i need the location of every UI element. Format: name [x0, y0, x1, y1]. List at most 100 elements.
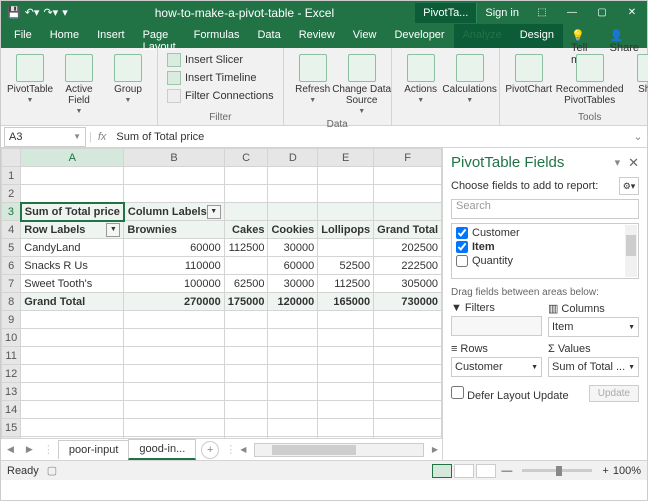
zoom-out-button[interactable]: — [501, 465, 512, 477]
cell[interactable]: 30000 [268, 239, 318, 257]
tab-view[interactable]: View [344, 24, 386, 48]
cell[interactable] [318, 239, 374, 257]
row-header[interactable]: 2 [2, 185, 21, 203]
cell[interactable]: 112500 [224, 239, 268, 257]
cell[interactable]: CandyLand [21, 239, 124, 257]
cell[interactable]: Snacks R Us [21, 257, 124, 275]
page-break-view-button[interactable] [476, 464, 496, 478]
values-field-item[interactable]: Sum of Total ...▼ [548, 357, 639, 377]
cell[interactable]: 222500 [374, 257, 442, 275]
maximize-icon[interactable]: ▢ [587, 1, 617, 24]
row-header[interactable]: 15 [2, 419, 21, 437]
cell[interactable]: Cakes [224, 221, 268, 239]
tab-developer[interactable]: Developer [385, 24, 453, 48]
field-item[interactable]: Item [456, 240, 634, 254]
cell[interactable]: 202500 [374, 239, 442, 257]
row-header[interactable]: 3 [2, 203, 21, 221]
field-item[interactable]: Quantity [456, 254, 634, 268]
formula-input[interactable]: Sum of Total price [112, 131, 629, 143]
insert-slicer-button[interactable]: Insert Slicer [164, 52, 277, 68]
row-header[interactable]: 12 [2, 365, 21, 383]
cell[interactable]: 305000 [374, 275, 442, 293]
field-list[interactable]: Customer Item Quantity [451, 223, 639, 279]
calculations-button[interactable]: Calculations▼ [447, 52, 493, 106]
sign-in-button[interactable]: Sign in [476, 3, 527, 23]
row-header[interactable]: 7 [2, 275, 21, 293]
cell[interactable]: 30000 [268, 275, 318, 293]
cell[interactable]: 175000 [224, 293, 268, 311]
layout-options-button[interactable]: ⚙▾ [619, 177, 639, 195]
undo-icon[interactable]: ↶▾ [25, 6, 40, 19]
expand-formula-icon[interactable]: ⌄ [629, 130, 647, 143]
tab-home[interactable]: Home [41, 24, 88, 48]
zoom-level[interactable]: 100% [613, 465, 641, 477]
col-header[interactable]: E [318, 149, 374, 167]
recommended-pivottables-button[interactable]: Recommended PivotTables [555, 52, 625, 108]
refresh-button[interactable]: Refresh▼ [290, 52, 336, 106]
scroll-left-icon[interactable]: ◀ [236, 445, 250, 454]
cell[interactable]: 100000 [124, 275, 224, 293]
field-checkbox[interactable] [456, 241, 468, 253]
cell[interactable]: Cookies [268, 221, 318, 239]
filters-drop-area[interactable] [451, 316, 542, 336]
sheet-tab[interactable]: good-in... [128, 439, 196, 460]
pane-options-icon[interactable]: ▾ [615, 156, 621, 169]
cell[interactable]: 730000 [374, 293, 442, 311]
col-header[interactable]: C [224, 149, 268, 167]
pivottable-button[interactable]: PivotTable▼ [7, 52, 53, 106]
cell[interactable]: Grand Total [374, 221, 442, 239]
scroll-right-icon[interactable]: ▶ [428, 445, 442, 454]
defer-layout-checkbox[interactable]: Defer Layout Update [451, 386, 569, 402]
cell[interactable]: Column Labels▼ [124, 203, 224, 221]
cell[interactable] [224, 257, 268, 275]
row-header[interactable]: 13 [2, 383, 21, 401]
field-checkbox[interactable] [456, 255, 468, 267]
horizontal-scrollbar[interactable] [254, 443, 423, 457]
page-layout-view-button[interactable] [454, 464, 474, 478]
cell[interactable]: 110000 [124, 257, 224, 275]
cell[interactable]: Row Labels▼ [21, 221, 124, 239]
cell[interactable]: Sweet Tooth's [21, 275, 124, 293]
redo-icon[interactable]: ↷▾ [43, 6, 58, 19]
worksheet-grid[interactable]: A B C D E F 1 2 3 Sum of Total price Col… [1, 148, 442, 438]
name-box[interactable]: A3▼ [4, 127, 86, 147]
row-header[interactable]: 1 [2, 167, 21, 185]
zoom-in-button[interactable]: + [602, 465, 608, 477]
minimize-icon[interactable]: — [557, 1, 587, 24]
row-header[interactable]: 16 [2, 437, 21, 439]
actions-button[interactable]: Actions▼ [398, 52, 444, 106]
cell[interactable]: 60000 [268, 257, 318, 275]
close-pane-icon[interactable]: ✕ [628, 155, 639, 171]
row-header[interactable]: 4 [2, 221, 21, 239]
select-all-corner[interactable] [2, 149, 21, 167]
tab-nav-next-icon[interactable]: ▶ [20, 444, 39, 455]
tab-analyze[interactable]: Analyze [454, 24, 511, 48]
field-list-scrollbar[interactable] [625, 225, 637, 277]
col-header[interactable]: B [124, 149, 224, 167]
tab-formulas[interactable]: Formulas [185, 24, 249, 48]
zoom-slider[interactable] [522, 469, 592, 472]
tell-me-button[interactable]: 💡 Tell me [563, 24, 602, 48]
tab-page-layout[interactable]: Page Layout [134, 24, 185, 48]
cell[interactable]: Brownies [124, 221, 224, 239]
cell[interactable]: 165000 [318, 293, 374, 311]
change-data-source-button[interactable]: Change Data Source▼ [339, 52, 385, 117]
close-icon[interactable]: ✕ [617, 1, 647, 24]
share-button[interactable]: 👤 Share [602, 24, 647, 48]
fields-search-input[interactable]: Search [451, 199, 639, 219]
row-header[interactable]: 10 [2, 329, 21, 347]
insert-timeline-button[interactable]: Insert Timeline [164, 70, 277, 86]
col-header[interactable]: D [268, 149, 318, 167]
cell[interactable]: 270000 [124, 293, 224, 311]
rows-field-item[interactable]: Customer▼ [451, 357, 542, 377]
tab-insert[interactable]: Insert [88, 24, 134, 48]
cell[interactable]: Sum of Total price [21, 203, 124, 221]
cell[interactable]: 112500 [318, 275, 374, 293]
row-header[interactable]: 8 [2, 293, 21, 311]
row-header[interactable]: 11 [2, 347, 21, 365]
sheet-tab[interactable]: poor-input [58, 440, 130, 459]
filter-dropdown-icon[interactable]: ▼ [106, 223, 120, 237]
field-item[interactable]: Customer [456, 226, 634, 240]
filter-dropdown-icon[interactable]: ▼ [207, 205, 221, 219]
tab-data[interactable]: Data [248, 24, 289, 48]
